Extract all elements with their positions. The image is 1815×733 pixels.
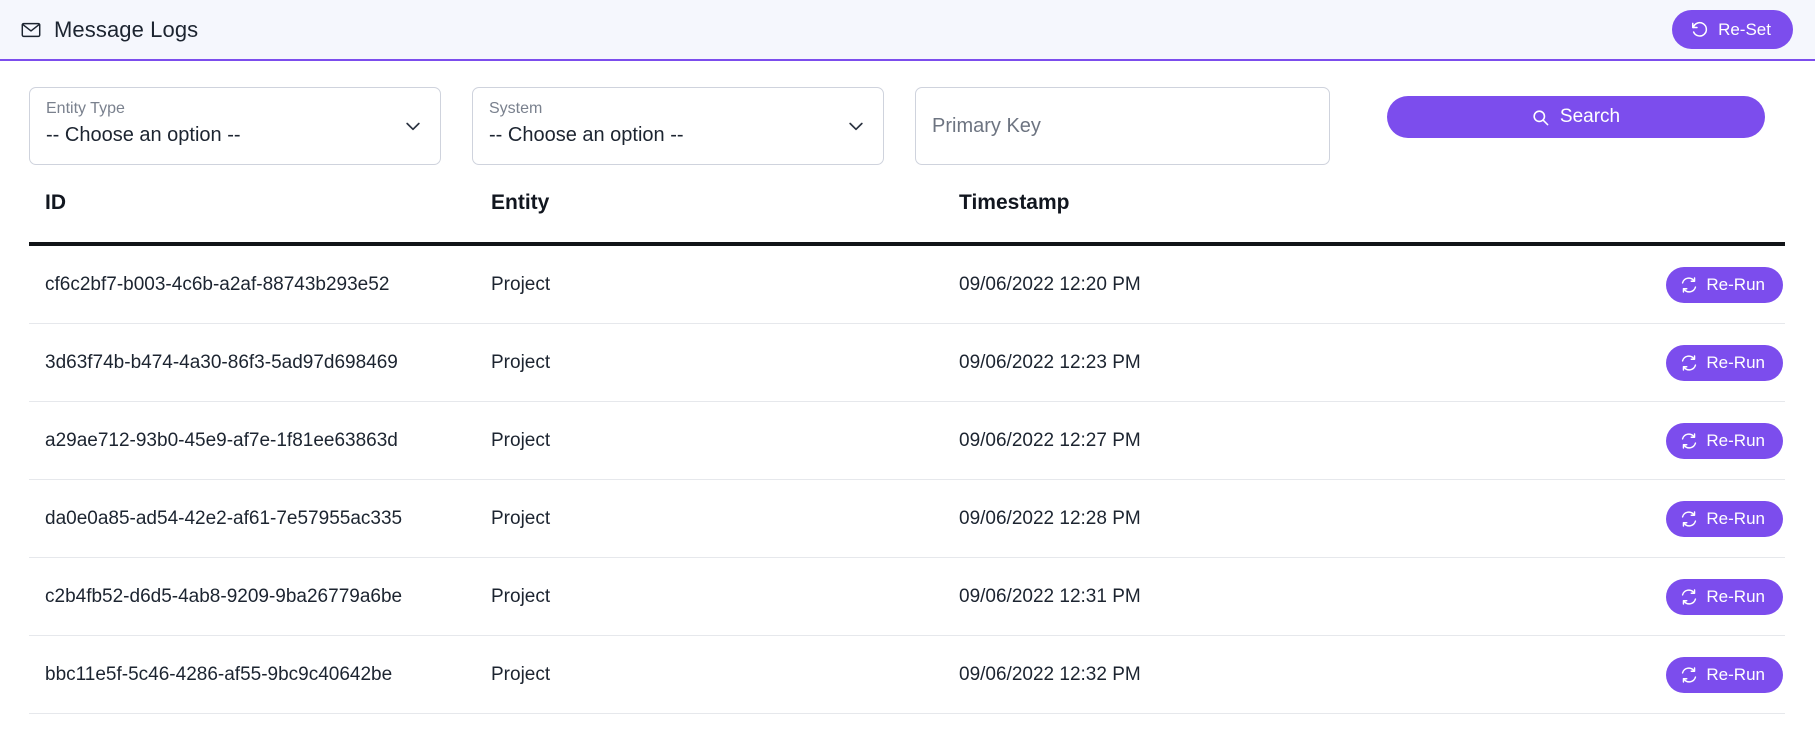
- cell-action: Re-Run: [1349, 635, 1785, 714]
- cell-entity: Project: [491, 244, 959, 324]
- page-title: Message Logs: [54, 16, 199, 42]
- column-header-id: ID: [29, 191, 491, 246]
- rerun-button-label: Re-Run: [1706, 275, 1765, 294]
- chevron-down-icon[interactable]: [846, 116, 866, 136]
- rerun-button[interactable]: Re-Run: [1666, 657, 1783, 693]
- refresh-icon: [1680, 432, 1698, 450]
- cell-timestamp: 09/06/2022 12:32 PM: [959, 635, 1349, 714]
- cell-id: c2b4fb52-d6d5-4ab8-9209-9ba26779a6be: [29, 557, 491, 636]
- cell-entity: Project: [491, 635, 959, 714]
- cell-id: bbc11e5f-5c46-4286-af55-9bc9c40642be: [29, 635, 491, 714]
- entity-type-label: Entity Type: [46, 100, 125, 117]
- rerun-button[interactable]: Re-Run: [1666, 423, 1783, 459]
- search-button-container: Search: [1330, 87, 1785, 138]
- search-button-label: Search: [1559, 106, 1621, 127]
- search-icon: [1531, 108, 1550, 127]
- system-select[interactable]: System -- Choose an option --: [472, 87, 884, 165]
- header-title-group: Message Logs: [20, 17, 198, 43]
- table-header-row: ID Entity Timestamp: [29, 191, 1785, 246]
- column-header-timestamp: Timestamp: [959, 191, 1349, 246]
- rerun-button[interactable]: Re-Run: [1666, 345, 1783, 381]
- system-value: -- Choose an option --: [489, 124, 684, 147]
- cell-id: cf6c2bf7-b003-4c6b-a2af-88743b293e52: [29, 244, 491, 324]
- table-row: a29ae712-93b0-45e9-af7e-1f81ee63863d Pro…: [29, 401, 1785, 480]
- refresh-icon: [1680, 588, 1698, 606]
- system-label: System: [489, 100, 543, 117]
- cell-entity: Project: [491, 323, 959, 402]
- rerun-button[interactable]: Re-Run: [1666, 501, 1783, 537]
- cell-id: a29ae712-93b0-45e9-af7e-1f81ee63863d: [29, 401, 491, 480]
- rerun-button-label: Re-Run: [1706, 509, 1765, 528]
- message-logs-table-container: ID Entity Timestamp cf6c2bf7-b003-4c6b-a…: [0, 191, 1815, 714]
- filter-bar: Entity Type -- Choose an option -- Syste…: [0, 61, 1815, 165]
- entity-type-value: -- Choose an option --: [46, 124, 241, 147]
- cell-action: Re-Run: [1349, 479, 1785, 558]
- table-body: cf6c2bf7-b003-4c6b-a2af-88743b293e52 Pro…: [29, 244, 1785, 714]
- primary-key-placeholder: Primary Key: [932, 114, 1041, 137]
- cell-timestamp: 09/06/2022 12:28 PM: [959, 479, 1349, 558]
- refresh-icon: [1680, 666, 1698, 684]
- reset-button[interactable]: Re-Set: [1672, 10, 1793, 49]
- table-row: c2b4fb52-d6d5-4ab8-9209-9ba26779a6be Pro…: [29, 557, 1785, 636]
- cell-id: 3d63f74b-b474-4a30-86f3-5ad97d698469: [29, 323, 491, 402]
- cell-timestamp: 09/06/2022 12:27 PM: [959, 401, 1349, 480]
- rerun-button-label: Re-Run: [1706, 587, 1765, 606]
- primary-key-field[interactable]: Primary Key: [915, 87, 1330, 165]
- cell-action: Re-Run: [1349, 557, 1785, 636]
- rerun-button-label: Re-Run: [1706, 353, 1765, 372]
- column-header-actions: [1349, 191, 1785, 246]
- table-row: da0e0a85-ad54-42e2-af61-7e57955ac335 Pro…: [29, 479, 1785, 558]
- refresh-icon: [1680, 354, 1698, 372]
- cell-timestamp: 09/06/2022 12:20 PM: [959, 244, 1349, 324]
- column-header-entity: Entity: [491, 191, 959, 246]
- envelope-icon: [20, 19, 42, 41]
- search-button[interactable]: Search: [1386, 96, 1765, 138]
- table-row: cf6c2bf7-b003-4c6b-a2af-88743b293e52 Pro…: [29, 244, 1785, 324]
- message-logs-table: ID Entity Timestamp cf6c2bf7-b003-4c6b-a…: [29, 191, 1785, 714]
- app-header: Message Logs Re-Set: [0, 0, 1815, 61]
- table-head: ID Entity Timestamp: [29, 191, 1785, 246]
- cell-timestamp: 09/06/2022 12:23 PM: [959, 323, 1349, 402]
- cell-action: Re-Run: [1349, 323, 1785, 402]
- refresh-icon: [1680, 510, 1698, 528]
- rerun-button[interactable]: Re-Run: [1666, 267, 1783, 303]
- cell-action: Re-Run: [1349, 244, 1785, 324]
- cell-action: Re-Run: [1349, 401, 1785, 480]
- rerun-button-label: Re-Run: [1706, 431, 1765, 450]
- table-row: 3d63f74b-b474-4a30-86f3-5ad97d698469 Pro…: [29, 323, 1785, 402]
- rerun-button[interactable]: Re-Run: [1666, 579, 1783, 615]
- rotate-ccw-icon: [1690, 20, 1709, 39]
- entity-type-select[interactable]: Entity Type -- Choose an option --: [29, 87, 441, 165]
- cell-entity: Project: [491, 401, 959, 480]
- reset-button-label: Re-Set: [1718, 19, 1771, 39]
- refresh-icon: [1680, 276, 1698, 294]
- table-row: bbc11e5f-5c46-4286-af55-9bc9c40642be Pro…: [29, 635, 1785, 714]
- cell-entity: Project: [491, 557, 959, 636]
- cell-timestamp: 09/06/2022 12:31 PM: [959, 557, 1349, 636]
- rerun-button-label: Re-Run: [1706, 665, 1765, 684]
- cell-id: da0e0a85-ad54-42e2-af61-7e57955ac335: [29, 479, 491, 558]
- chevron-down-icon[interactable]: [403, 116, 423, 136]
- cell-entity: Project: [491, 479, 959, 558]
